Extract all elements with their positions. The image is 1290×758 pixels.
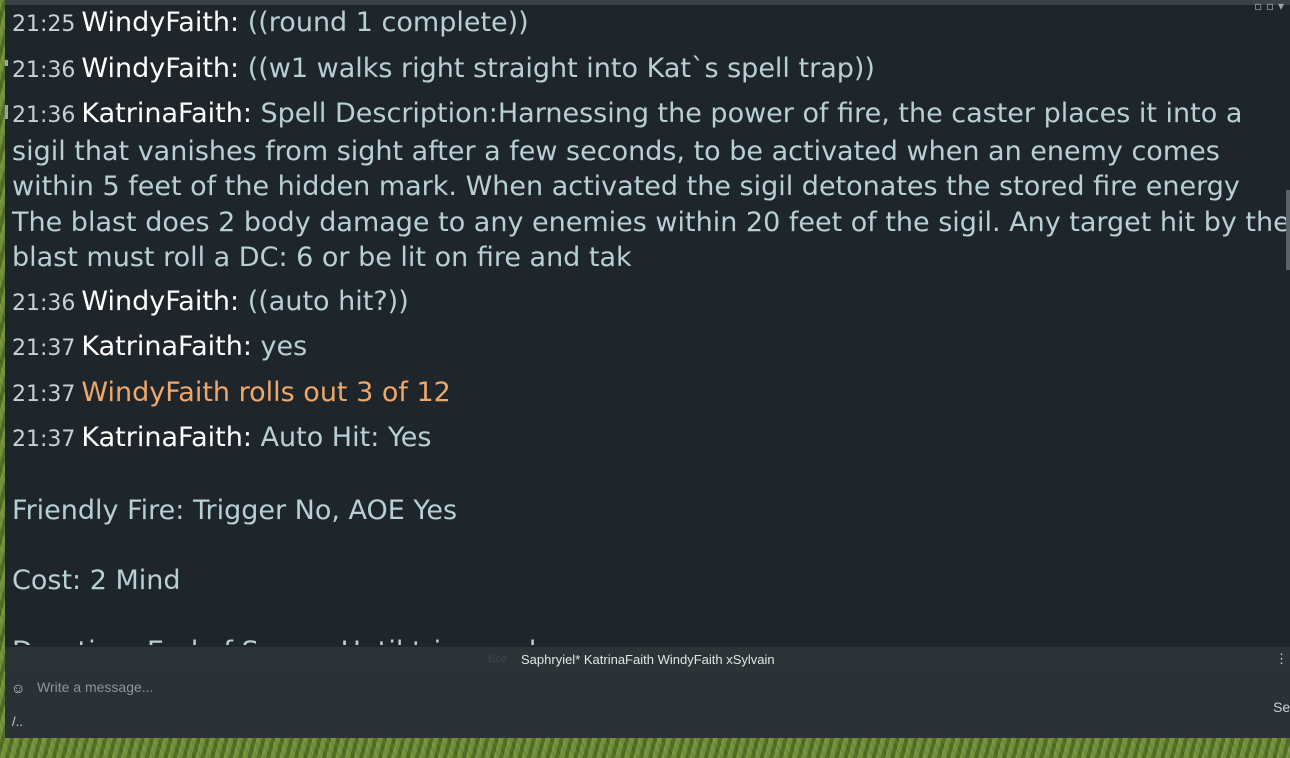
chat-log[interactable]: 21:25 WindyFaith: ((round 1 complete)) 21… — [5, 5, 1290, 645]
chat-message: 21:37 KatrinaFaith: Auto Hit: Yes — [12, 420, 1290, 458]
chat-message: 21:25 WindyFaith: ((round 1 complete)) — [12, 5, 1290, 43]
chat-window: ▫ ▫ ▾ 21:25 WindyFaith: ((round 1 complet… — [5, 0, 1290, 738]
command-hint[interactable]: /.. — [12, 714, 23, 729]
message-user[interactable]: KatrinaFaith: — [81, 422, 252, 453]
message-text: yes — [260, 331, 308, 362]
message-user[interactable]: KatrinaFaith: — [81, 331, 252, 362]
message-text: ((w1 walks right straight into Kat`s spe… — [247, 52, 875, 84]
message-continuation: Duration: End of Scene, Until triggered — [12, 634, 1290, 646]
roll-message: 21:37 WindyFaith rolls out 3 of 12 — [12, 375, 1290, 413]
message-time: 21:36 — [12, 103, 76, 128]
chat-message: 21:36 KatrinaFaith: Spell Description:Har… — [12, 96, 1290, 276]
message-user[interactable]: WindyFaith: — [81, 53, 239, 84]
roll-text: WindyFaith rolls out 3 of 12 — [81, 376, 451, 408]
chat-message: 21:36 WindyFaith: ((w1 walks right straig… — [12, 51, 1290, 89]
edge-marker — [5, 60, 8, 66]
message-composer: ☺ /.. Sen — [5, 673, 1290, 738]
edge-marker — [5, 105, 8, 119]
send-button[interactable]: Sen — [1273, 699, 1290, 715]
smiley-icon[interactable]: ☺ — [11, 680, 25, 696]
message-time: 21:37 — [12, 336, 76, 361]
message-input[interactable] — [37, 677, 1237, 697]
more-icon[interactable]: ⋮ — [1275, 651, 1288, 667]
message-text: ((auto hit?)) — [247, 285, 409, 317]
message-continuation: Cost: 2 Mind — [12, 565, 181, 596]
message-time: 21:37 — [12, 427, 76, 452]
scrollbar-thumb[interactable] — [1286, 190, 1290, 270]
message-time: 21:37 — [12, 381, 76, 407]
message-continuation: Friendly Fire: Trigger No, AOE Yes — [12, 494, 458, 526]
message-user[interactable]: WindyFaith: — [81, 7, 239, 38]
online-users[interactable]: Saphryiel* KatrinaFaith WindyFaith xSylv… — [521, 652, 775, 667]
chat-message: 21:36 WindyFaith: ((auto hit?)) — [12, 284, 1290, 322]
message-time: 21:36 — [12, 57, 76, 83]
message-user[interactable]: KatrinaFaith: — [81, 98, 252, 129]
eco-label: Eco — [488, 653, 507, 665]
message-time: 21:25 — [12, 12, 76, 37]
user-list-bar: Eco Saphryiel* KatrinaFaith WindyFaith x… — [5, 647, 1290, 673]
chat-message: 21:37 KatrinaFaith: yes — [12, 329, 1290, 367]
message-time: 21:36 — [12, 290, 76, 316]
message-text: Auto Hit: Yes — [260, 422, 432, 453]
message-user[interactable]: WindyFaith: — [81, 286, 239, 317]
message-text: ((round 1 complete)) — [247, 7, 529, 38]
